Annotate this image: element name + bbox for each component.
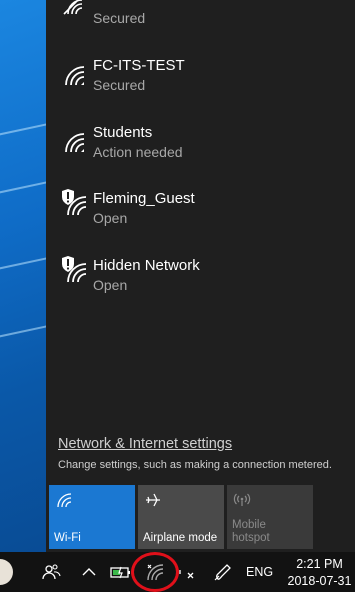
open-network-shield-icon xyxy=(62,189,86,215)
network-ssid: Students xyxy=(93,124,153,141)
clock[interactable]: 2:21 PM 2018-07-31 xyxy=(284,556,355,590)
mobile-hotspot-button[interactable]: Mobile hotspot xyxy=(227,485,313,549)
wifi-toggle-button[interactable]: Wi-Fi xyxy=(49,485,135,549)
wifi-icon xyxy=(57,493,72,508)
network-settings-link[interactable]: Network & Internet settings xyxy=(58,436,232,452)
wifi-signal-icon xyxy=(65,66,85,86)
pen-ink-icon[interactable] xyxy=(210,552,236,592)
network-status: Action needed xyxy=(93,144,183,160)
open-network-shield-icon xyxy=(62,256,86,282)
wifi-toggle-label: Wi-Fi xyxy=(54,532,81,544)
airplane-icon xyxy=(146,493,160,507)
desktop-wallpaper xyxy=(0,0,46,552)
chevron-up-icon[interactable] xyxy=(78,552,100,592)
network-status: Secured xyxy=(93,77,146,93)
network-settings-description: Change settings, such as making a connec… xyxy=(58,459,332,471)
clock-date: 2018-07-31 xyxy=(287,574,352,588)
network-ssid: Fleming_Guest xyxy=(93,190,195,207)
red-highlight-circle xyxy=(131,552,179,592)
wifi-signal-icon xyxy=(63,0,83,15)
people-icon[interactable] xyxy=(38,552,64,592)
network-status: Open xyxy=(93,277,128,293)
clock-time: 2:21 PM xyxy=(296,557,343,571)
mobile-hotspot-label: Mobile hotspot xyxy=(232,519,270,544)
network-status: Secured xyxy=(93,10,146,26)
avatar[interactable] xyxy=(0,552,14,592)
airplane-mode-button[interactable]: Airplane mode xyxy=(138,485,224,549)
network-status: Open xyxy=(93,210,128,226)
wifi-signal-icon xyxy=(65,133,85,153)
hotspot-icon xyxy=(233,493,251,506)
network-item-fleming-guest[interactable]: Fleming_Guest Open xyxy=(46,189,355,250)
network-ssid: FC-ITS-TEST xyxy=(93,57,185,74)
network-item-hidden-network[interactable]: Hidden Network Open xyxy=(46,256,355,317)
network-item[interactable]: Secured xyxy=(46,0,355,52)
input-language[interactable]: ENG xyxy=(246,552,273,592)
network-flyout: Secured FC-ITS-TEST Secured Students Act… xyxy=(46,0,355,552)
network-item-fc-its-test[interactable]: FC-ITS-TEST Secured xyxy=(46,57,355,117)
airplane-mode-label: Airplane mode xyxy=(143,532,218,544)
network-item-students[interactable]: Students Action needed xyxy=(46,124,355,184)
volume-muted-icon[interactable] xyxy=(176,552,198,592)
network-ssid: Hidden Network xyxy=(93,257,200,274)
